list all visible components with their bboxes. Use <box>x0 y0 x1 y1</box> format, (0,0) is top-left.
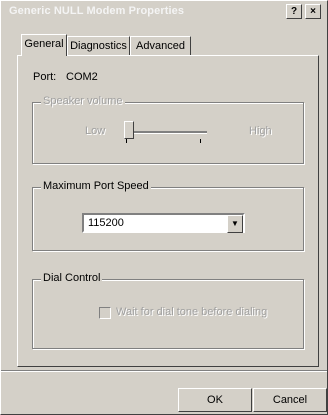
port-speed-group: Maximum Port Speed 115200 ▼ <box>32 180 304 251</box>
port-label: Port: <box>33 71 57 83</box>
wait-for-dial-tone-checkbox[interactable] <box>99 307 111 319</box>
port-speed-dropdown[interactable]: 115200 ▼ <box>82 213 245 233</box>
port-value: COM2 <box>66 71 98 83</box>
chevron-down-icon[interactable]: ▼ <box>227 215 243 233</box>
volume-tick-low <box>126 139 127 143</box>
speaker-volume-group: Speaker volume Low High <box>32 95 304 164</box>
volume-slider-track[interactable] <box>127 131 207 134</box>
dial-control-group: Dial Control Wait for dial tone before d… <box>32 272 304 349</box>
title-bar[interactable]: Generic NULL Modem Properties ? × <box>3 3 325 20</box>
tab-panel-general: Port: COM2 Speaker volume Low High Maxim… <box>17 55 319 367</box>
window-title: Generic NULL Modem Properties <box>9 5 185 17</box>
footer-divider-highlight <box>1 371 327 372</box>
tab-diagnostics[interactable]: Diagnostics <box>67 36 130 56</box>
speaker-volume-legend: Speaker volume <box>41 95 125 107</box>
tab-general[interactable]: General <box>21 34 67 56</box>
volume-slider-thumb[interactable] <box>124 121 134 139</box>
close-button[interactable]: × <box>305 4 321 19</box>
port-speed-value: 115200 <box>88 217 124 229</box>
volume-tick-high <box>200 139 201 143</box>
wait-for-dial-tone-label: Wait for dial tone before dialing <box>116 306 268 318</box>
tab-advanced[interactable]: Advanced <box>130 36 191 56</box>
help-button[interactable]: ? <box>286 4 302 19</box>
cancel-button[interactable]: Cancel <box>253 388 327 412</box>
volume-high-label: High <box>249 125 272 137</box>
dial-control-legend: Dial Control <box>41 272 103 284</box>
port-speed-legend: Maximum Port Speed <box>41 180 151 192</box>
volume-low-label: Low <box>85 125 106 137</box>
ok-button[interactable]: OK <box>178 388 252 412</box>
properties-dialog: Generic NULL Modem Properties ? × Genera… <box>0 0 328 415</box>
